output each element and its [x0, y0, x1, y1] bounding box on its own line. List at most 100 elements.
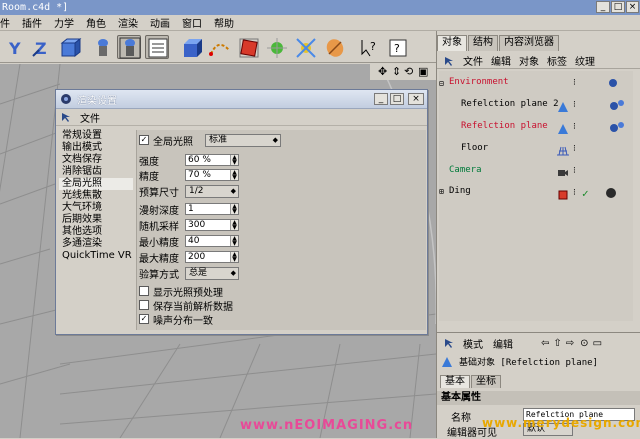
- maximize-button[interactable]: □: [611, 1, 625, 13]
- close-button[interactable]: ×: [626, 1, 639, 13]
- render-view-icon[interactable]: [90, 35, 114, 59]
- modeling-icon[interactable]: [264, 35, 288, 59]
- object-floor[interactable]: Floor: [461, 143, 488, 153]
- object-ding[interactable]: Ding: [449, 186, 471, 196]
- y-axis-icon[interactable]: Y: [2, 35, 26, 59]
- objmenu-file[interactable]: 文件: [463, 53, 483, 68]
- back-arrow-icon[interactable]: ⇦: [541, 338, 549, 349]
- world-coords-icon[interactable]: [57, 35, 82, 59]
- category-item[interactable]: 大气环境: [59, 202, 133, 214]
- category-item[interactable]: 常规设置: [59, 130, 133, 142]
- spinner-icon[interactable]: ▲ ▼: [230, 252, 238, 263]
- arrow-cursor-icon[interactable]: [60, 111, 72, 123]
- tab-structure[interactable]: 结构: [468, 35, 498, 51]
- menu-item[interactable]: 件: [0, 15, 10, 30]
- scene-icon[interactable]: [322, 35, 346, 59]
- visibility-dots-icon[interactable]: ⁝: [573, 78, 576, 88]
- menu-item[interactable]: 角色: [86, 15, 106, 30]
- tab-basic[interactable]: 基本: [440, 375, 470, 388]
- menu-item[interactable]: 帮助: [214, 15, 234, 30]
- category-item[interactable]: 其他选项: [59, 226, 133, 238]
- visibility-dots-icon[interactable]: ⁝: [573, 188, 576, 198]
- tab-coord[interactable]: 坐标: [471, 375, 501, 388]
- z-axis-icon[interactable]: Z: [30, 35, 54, 59]
- object-environment[interactable]: Environment: [449, 77, 509, 87]
- compositing-tag-icon[interactable]: [609, 99, 625, 111]
- help-icon[interactable]: ?: [357, 35, 381, 59]
- prepass-size-dropdown[interactable]: 1/2 ◆: [185, 184, 239, 198]
- zoom-view-icon[interactable]: ⇕: [392, 65, 401, 78]
- category-item-selected[interactable]: 全局光照: [59, 178, 133, 190]
- spinner-icon[interactable]: ▲ ▼: [230, 236, 238, 247]
- objmenu-tags[interactable]: 标签: [547, 53, 567, 68]
- attrmenu-mode[interactable]: 模式: [463, 336, 483, 351]
- script-icon[interactable]: ?: [385, 35, 409, 59]
- nurbs-icon[interactable]: [236, 35, 260, 59]
- prepass-mode-dropdown[interactable]: 总是 ◆: [185, 266, 239, 280]
- max-resolution-input[interactable]: 200 ▲ ▼: [185, 251, 239, 263]
- cube-icon[interactable]: [180, 35, 204, 59]
- category-item[interactable]: 消除锯齿: [59, 166, 133, 178]
- tab-content-browser[interactable]: 内容浏览器: [499, 35, 559, 51]
- visibility-dots-icon[interactable]: ⁝: [573, 100, 576, 110]
- spinner-icon[interactable]: ▲ ▼: [230, 170, 238, 181]
- menu-item[interactable]: 动画: [150, 15, 170, 30]
- render-picture-icon[interactable]: [117, 35, 141, 59]
- spinner-icon[interactable]: ▲ ▼: [230, 220, 238, 231]
- spline-icon[interactable]: [207, 35, 231, 59]
- arrow-cursor-icon[interactable]: [443, 337, 455, 349]
- visibility-dots-icon[interactable]: ⁝: [573, 144, 576, 154]
- arrow-cursor-icon[interactable]: [443, 55, 455, 67]
- visibility-dots-icon[interactable]: ⁝: [573, 122, 576, 132]
- category-item[interactable]: 光线焦散: [59, 190, 133, 202]
- up-arrow-icon[interactable]: ⇧: [553, 338, 561, 349]
- minimize-button[interactable]: _: [596, 1, 610, 13]
- dialog-close-button[interactable]: ×: [408, 93, 424, 105]
- render-tag-icon[interactable]: [607, 77, 619, 89]
- menu-item[interactable]: 力学: [54, 15, 74, 30]
- checkmark-icon[interactable]: ✓: [582, 187, 589, 200]
- dialog-maximize-button[interactable]: □: [390, 93, 404, 105]
- menu-item[interactable]: 插件: [22, 15, 42, 30]
- object-camera[interactable]: Camera: [449, 165, 482, 175]
- forward-arrow-icon[interactable]: ⇨: [566, 338, 574, 349]
- objmenu-textures[interactable]: 纹理: [575, 53, 595, 68]
- diffuse-depth-input[interactable]: 1 ▲ ▼: [185, 203, 239, 215]
- maximize-view-icon[interactable]: ▣: [418, 65, 428, 78]
- collapse-icon[interactable]: ⊟: [439, 79, 444, 88]
- min-resolution-input[interactable]: 40 ▲ ▼: [185, 235, 239, 247]
- tab-objects[interactable]: 对象: [437, 35, 467, 51]
- object-reflection-plane[interactable]: Refelction plane: [461, 121, 548, 131]
- visibility-dots-icon[interactable]: ⁝: [573, 166, 576, 176]
- objmenu-edit[interactable]: 编辑: [491, 53, 511, 68]
- accuracy-input[interactable]: 70 % ▲ ▼: [185, 169, 239, 181]
- category-item[interactable]: 文档保存: [59, 154, 133, 166]
- objmenu-objects[interactable]: 对象: [519, 53, 539, 68]
- rotate-view-icon[interactable]: ⟲: [404, 65, 413, 78]
- compositing-tag-icon[interactable]: [609, 121, 625, 133]
- spinner-icon[interactable]: ▲ ▼: [230, 204, 238, 215]
- lock-icon[interactable]: ⊙: [580, 338, 588, 349]
- dialog-minimize-button[interactable]: _: [374, 93, 388, 105]
- strength-input[interactable]: 60 % ▲ ▼: [185, 154, 239, 166]
- dialog-menu-file[interactable]: 文件: [80, 110, 100, 125]
- move-view-icon[interactable]: ✥: [378, 65, 387, 78]
- noise-consistent-checkbox[interactable]: ✓: [139, 314, 149, 324]
- expand-icon[interactable]: ⊞: [439, 187, 444, 196]
- menu-item[interactable]: 渲染: [118, 15, 138, 30]
- category-item[interactable]: QuickTime VR: [59, 250, 133, 262]
- spinner-icon[interactable]: ▲ ▼: [230, 155, 238, 166]
- attrmenu-edit[interactable]: 编辑: [493, 336, 513, 351]
- render-settings-icon[interactable]: [145, 35, 169, 59]
- show-prepass-checkbox[interactable]: [139, 286, 149, 296]
- category-item[interactable]: 输出模式: [59, 142, 133, 154]
- object-reflection-plane-2[interactable]: Refelction plane 2: [461, 99, 559, 109]
- gi-checkbox[interactable]: ✓: [139, 135, 149, 145]
- gi-mode-dropdown[interactable]: 标准 ◆: [205, 133, 281, 147]
- category-item[interactable]: 后期效果: [59, 214, 133, 226]
- category-item[interactable]: 多通渲染: [59, 238, 133, 250]
- new-window-icon[interactable]: ▭: [593, 338, 602, 349]
- save-solution-checkbox[interactable]: [139, 300, 149, 310]
- material-tag-icon[interactable]: [605, 187, 617, 199]
- stochastic-samples-input[interactable]: 300 ▲ ▼: [185, 219, 239, 231]
